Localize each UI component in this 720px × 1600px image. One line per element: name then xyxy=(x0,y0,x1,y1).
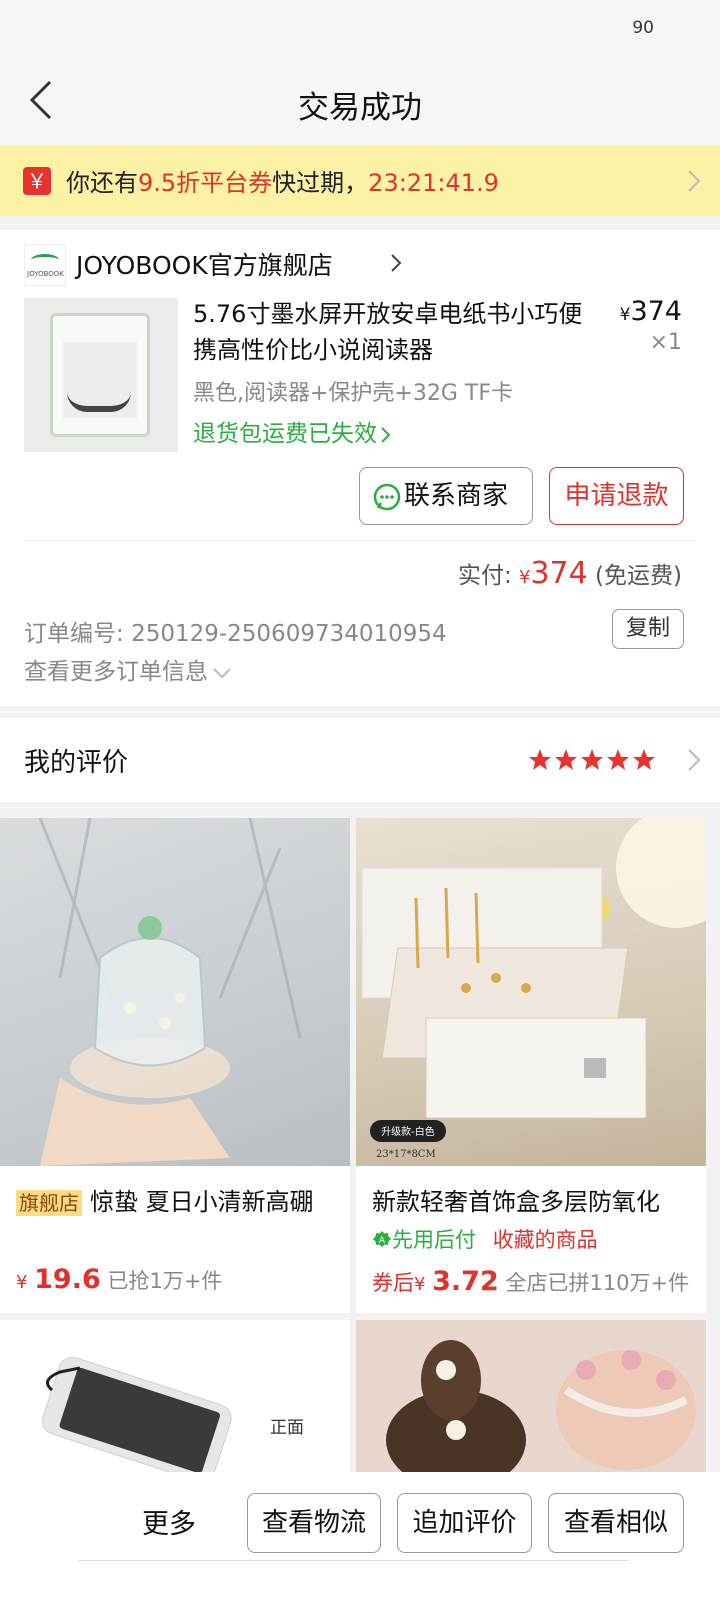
my-review-card[interactable]: 我的评价 xyxy=(0,718,720,802)
flagship-badge: 旗舰店 xyxy=(16,1190,82,1216)
page-title: 交易成功 xyxy=(298,90,422,126)
recommendation-price: 券后¥ 3.72 全店已拼110万+件 xyxy=(372,1266,690,1297)
bottom-action-bar: 更多 查看物流 追加评价 查看相似 xyxy=(0,1472,720,1600)
order-card: JOYOBOOK JOYOBOOK官方旗舰店 5.76寸墨水屏开放安卓电纸书小巧… xyxy=(0,230,720,706)
coupon-highlight: 9.5折平台券 xyxy=(138,169,273,197)
image-badge-text: 升级款-白色 xyxy=(381,1125,435,1138)
recommendation-price: ¥ 19.6 已抢1万+件 xyxy=(16,1264,223,1295)
paid-amount: 实付: ¥374 (免运费) xyxy=(457,556,682,591)
recommendation-card[interactable] xyxy=(356,1320,706,1472)
recommendation-card[interactable]: 升级款-白色 23*17*8CM 新款轻奢首饰盒多层防氧化 A 先用后付 收藏的商… xyxy=(356,818,706,1313)
chevron-right-icon xyxy=(688,170,701,192)
store-logo: JOYOBOOK xyxy=(24,244,66,286)
order-number: 订单编号: 250129-250609734010954 xyxy=(24,621,447,647)
recommendation-card[interactable]: 旗舰店 惊蛰 夏日小清新高硼 ¥ 19.6 已抢1万+件 xyxy=(0,818,350,1313)
recommendation-name: 旗舰店 惊蛰 夏日小清新高硼 xyxy=(16,1182,314,1217)
chevron-right-icon xyxy=(391,254,402,272)
svg-text:A: A xyxy=(379,1236,386,1246)
image-size-text: 23*17*8CM xyxy=(376,1149,436,1160)
product-image: 升级款-白色 23*17*8CM xyxy=(356,818,706,1166)
recommendation-tags: A 先用后付 收藏的商品 xyxy=(372,1224,598,1254)
add-review-button[interactable]: 追加评价 xyxy=(397,1493,532,1553)
rating-stars-icon xyxy=(529,749,655,770)
product-title[interactable]: 5.76寸墨水屏开放安卓电纸书小巧便携高性价比小说阅读器 xyxy=(193,296,603,368)
divider xyxy=(24,540,696,541)
chevron-down-icon xyxy=(213,667,231,678)
coupon-banner[interactable]: ￥ 你还有9.5折平台券快过期，23:21:41.9 xyxy=(0,146,720,216)
coupon-icon: ￥ xyxy=(23,167,51,195)
product-quantity: ×1 xyxy=(649,330,682,355)
recommendation-card[interactable]: 正面 xyxy=(0,1320,350,1472)
status-bar: 90 xyxy=(0,0,720,60)
product-price: ¥374 xyxy=(619,296,682,327)
coupon-text: 你还有9.5折平台券快过期，23:21:41.9 xyxy=(66,169,499,197)
product-image[interactable] xyxy=(24,298,178,452)
view-logistics-button[interactable]: 查看物流 xyxy=(247,1493,381,1553)
store-name: JOYOBOOK官方旗舰店 xyxy=(76,251,333,280)
refund-button[interactable]: 申请退款 xyxy=(549,467,684,525)
review-title: 我的评价 xyxy=(24,748,129,778)
top-nav: 交易成功 xyxy=(0,60,720,145)
home-indicator xyxy=(78,1560,628,1566)
product-image xyxy=(356,1320,706,1472)
more-order-info[interactable]: 查看更多订单信息 xyxy=(24,652,232,686)
recommendation-name: 新款轻奢首饰盒多层防氧化 xyxy=(372,1188,660,1216)
contact-seller-button[interactable]: 联系商家 xyxy=(359,467,533,525)
product-image xyxy=(0,818,350,1166)
chevron-right-icon xyxy=(688,749,701,771)
product-image: 正面 xyxy=(0,1320,350,1472)
battery-level: 90 xyxy=(632,18,654,38)
chevron-right-icon xyxy=(381,426,391,443)
pay-later-icon: A xyxy=(373,1231,391,1247)
chat-icon xyxy=(373,483,401,511)
return-shipping-notice[interactable]: 退货包运费已失效 xyxy=(193,414,392,448)
view-similar-button[interactable]: 查看相似 xyxy=(548,1493,684,1553)
coupon-countdown: 23:21:41.9 xyxy=(368,169,499,197)
image-label: 正面 xyxy=(270,1418,304,1438)
product-spec: 黑色,阅读器+保护壳+32G TF卡 xyxy=(193,381,513,406)
more-button[interactable]: 更多 xyxy=(142,1502,196,1541)
copy-button[interactable]: 复制 xyxy=(612,609,684,649)
